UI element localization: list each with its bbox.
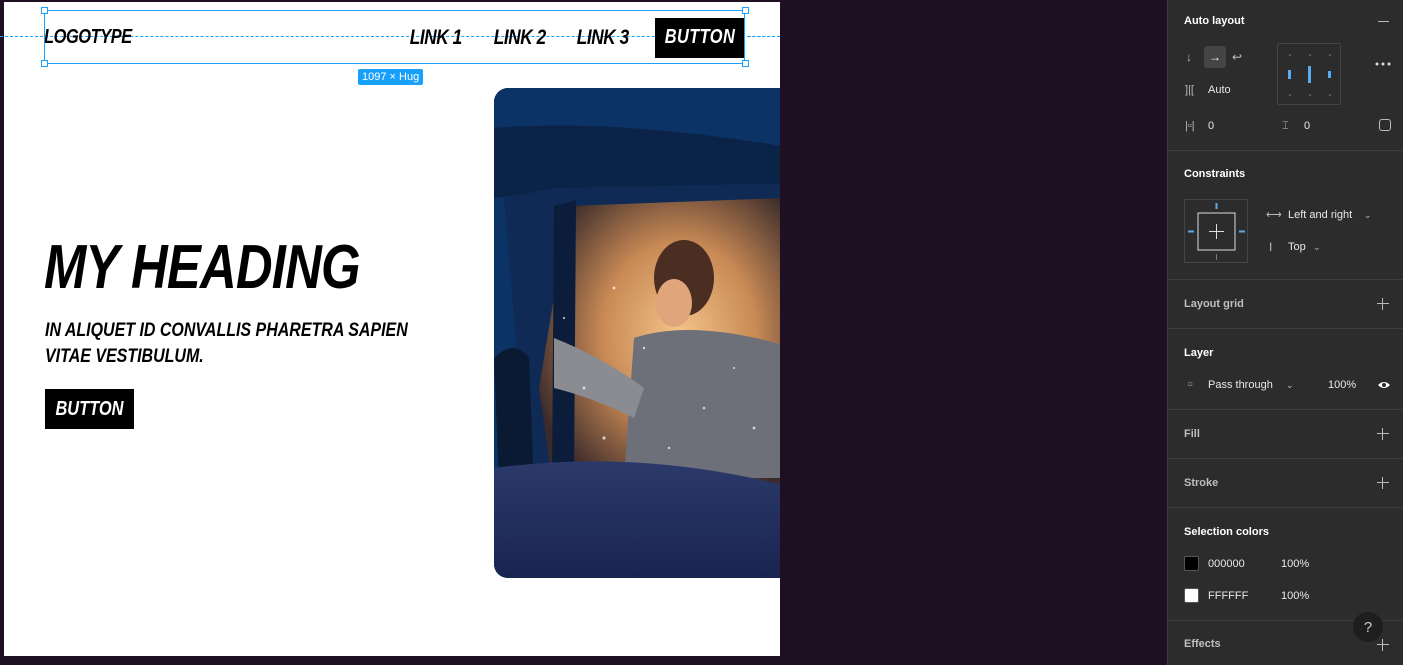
- blend-mode-value[interactable]: Pass through: [1208, 379, 1273, 391]
- chevron-down-icon[interactable]: ⌄: [1364, 209, 1372, 221]
- section-title: Fill: [1184, 428, 1200, 440]
- add-effect-icon[interactable]: [1377, 639, 1389, 651]
- section-title: Effects: [1184, 638, 1221, 650]
- horizontal-constraint-value[interactable]: Left and right: [1288, 209, 1352, 221]
- eye-icon[interactable]: [1377, 380, 1391, 390]
- logotype[interactable]: LOGOTYPE: [44, 26, 132, 49]
- section-title: Auto layout: [1184, 15, 1245, 27]
- vertical-constraint-value[interactable]: Top: [1288, 241, 1306, 253]
- fill-section: Fill: [1168, 410, 1403, 459]
- color-hex[interactable]: FFFFFF: [1208, 590, 1248, 602]
- color-swatch-white[interactable]: [1184, 588, 1199, 603]
- direction-horizontal-icon[interactable]: →: [1204, 46, 1226, 68]
- photo-woman-in-car-icon: [494, 88, 780, 578]
- direction-vertical-icon[interactable]: ↓: [1186, 51, 1192, 63]
- selection-colors-section: Selection colors 000000 100% FFFFFF 100%: [1168, 508, 1403, 621]
- chevron-down-icon[interactable]: ⌄: [1313, 241, 1321, 253]
- auto-layout-section: Auto layout ↓ → ↩ ]|[ Auto |▫| 0 ⌶ 0: [1168, 0, 1403, 151]
- vertical-constraint-icon: I: [1269, 240, 1273, 254]
- spacing-value[interactable]: Auto: [1208, 84, 1231, 96]
- alignment-guide-right: [748, 36, 780, 37]
- nav-link-2[interactable]: LINK 2: [494, 26, 546, 50]
- direction-wrap-icon[interactable]: ↩: [1232, 51, 1242, 63]
- layer-opacity-value[interactable]: 100%: [1328, 379, 1356, 391]
- color-opacity[interactable]: 100%: [1281, 590, 1309, 602]
- hero-button-label: BUTTON: [55, 397, 124, 420]
- color-opacity[interactable]: 100%: [1281, 558, 1309, 570]
- add-stroke-icon[interactable]: [1377, 477, 1389, 489]
- section-title: Stroke: [1184, 477, 1219, 489]
- help-button[interactable]: ?: [1353, 612, 1383, 642]
- nav-bar[interactable]: LOGOTYPE LINK 1 LINK 2 LINK 3 BUTTON: [44, 11, 745, 64]
- nav-link-3[interactable]: LINK 3: [577, 26, 629, 50]
- padding-horizontal-icon: |▫|: [1185, 120, 1195, 132]
- hero-image[interactable]: [494, 88, 780, 578]
- independent-padding-icon[interactable]: [1379, 119, 1391, 131]
- help-icon: ?: [1363, 618, 1373, 636]
- padding-vertical-icon: ⌶: [1282, 120, 1289, 132]
- nav-links: LINK 1 LINK 2 LINK 3 BUTTON: [404, 17, 745, 58]
- hero-subheading[interactable]: IN ALIQUET ID CONVALLIS PHARETRA SAPIEN …: [45, 317, 422, 369]
- nav-button-label: BUTTON: [664, 26, 736, 48]
- resize-handle-br[interactable]: [742, 60, 749, 67]
- stroke-section: Stroke: [1168, 459, 1403, 508]
- resize-handle-bl[interactable]: [41, 60, 48, 67]
- constraints-section: Constraints ⟷ Left and right ⌄ I Top ⌄: [1168, 151, 1403, 280]
- add-layout-grid-icon[interactable]: [1377, 298, 1389, 310]
- alignment-grid[interactable]: [1277, 43, 1341, 105]
- padding-horizontal-value[interactable]: 0: [1208, 120, 1214, 132]
- size-badge: 1097 × Hug: [358, 69, 424, 85]
- spacing-icon: ]|[: [1185, 84, 1194, 96]
- section-title: Selection colors: [1184, 526, 1269, 538]
- constraints-diagram-icon: [1188, 203, 1245, 260]
- color-swatch-black[interactable]: [1184, 556, 1199, 571]
- chevron-down-icon[interactable]: ⌄: [1286, 379, 1294, 391]
- properties-panel: Auto layout ↓ → ↩ ]|[ Auto |▫| 0 ⌶ 0 Con…: [1167, 0, 1403, 665]
- padding-vertical-value[interactable]: 0: [1304, 120, 1310, 132]
- resize-handle-tr[interactable]: [742, 7, 749, 14]
- add-fill-icon[interactable]: [1377, 428, 1389, 440]
- blend-mode-drop-icon: ○: [1187, 379, 1194, 390]
- hero-button[interactable]: BUTTON: [45, 389, 134, 429]
- section-title: Layer: [1184, 347, 1214, 359]
- constraints-widget[interactable]: [1184, 199, 1248, 263]
- nav-button[interactable]: BUTTON: [655, 17, 745, 58]
- color-hex[interactable]: 000000: [1208, 558, 1245, 570]
- layout-grid-section: Layout grid: [1168, 280, 1403, 329]
- nav-link-1[interactable]: LINK 1: [410, 26, 462, 50]
- design-frame[interactable]: LOGOTYPE LINK 1 LINK 2 LINK 3 BUTTON MY …: [4, 2, 780, 656]
- hero-heading[interactable]: MY HEADING: [44, 232, 361, 303]
- section-title: Layout grid: [1184, 298, 1244, 310]
- horizontal-constraint-icon: ⟷: [1266, 209, 1282, 221]
- section-title: Constraints: [1184, 168, 1246, 180]
- more-options-icon[interactable]: [1375, 57, 1391, 66]
- remove-auto-layout-icon[interactable]: [1378, 21, 1389, 22]
- alignment-grid-icon: [1288, 54, 1331, 96]
- layer-section: Layer ○ Pass through ⌄ 100%: [1168, 329, 1403, 410]
- resize-handle-tl[interactable]: [41, 7, 48, 14]
